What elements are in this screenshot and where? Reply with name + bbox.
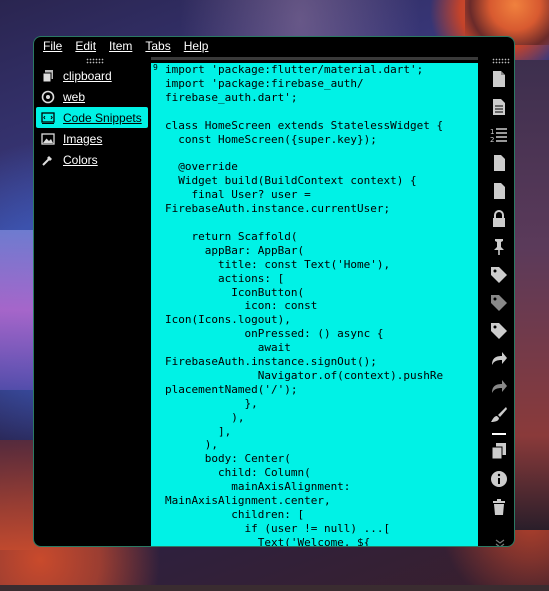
document-lines-icon [490, 98, 508, 120]
delete-button[interactable] [487, 495, 511, 523]
lock-button[interactable] [487, 207, 511, 235]
sidebar-item-label: clipboard [63, 68, 112, 83]
redo-icon-2 [490, 378, 508, 400]
tag-button-2[interactable] [487, 291, 511, 319]
menu-help[interactable]: Help [184, 39, 209, 53]
code-icon [41, 111, 55, 125]
image-icon [41, 132, 55, 146]
copy-icon [41, 69, 55, 83]
menu-file[interactable]: File [43, 39, 62, 53]
chevron-down-icon [494, 534, 506, 546]
file-icon [490, 154, 508, 176]
file-button[interactable] [487, 151, 511, 179]
document-lines-button[interactable] [487, 95, 511, 123]
document-icon [490, 70, 508, 92]
code-text[interactable]: import 'package:flutter/material.dart'; … [165, 63, 477, 546]
sidebar-item-label: Images [63, 131, 103, 146]
code-editor[interactable]: 9 import 'package:flutter/material.dart'… [151, 63, 478, 546]
svg-text:1: 1 [490, 128, 494, 136]
editor-marker: 9 [153, 63, 158, 72]
sidebar-item-web[interactable]: web [36, 86, 148, 107]
tag-button-3[interactable] [487, 319, 511, 347]
tag-icon-2 [490, 294, 508, 316]
sidebar-drag-handle[interactable] [86, 58, 104, 64]
redo-button-2[interactable] [487, 375, 511, 403]
copy-icon [490, 442, 508, 464]
redo-button[interactable] [487, 347, 511, 375]
sidebar-item-code-snippets[interactable]: Code Snippets [36, 107, 148, 128]
numbered-list-button[interactable]: 12 [487, 123, 511, 151]
trash-icon [490, 498, 508, 520]
sidebar-item-label: web [63, 89, 86, 104]
info-icon [490, 470, 508, 492]
sidebar-item-label: Code Snippets [63, 110, 142, 125]
sidebar-item-label: Colors [63, 152, 98, 167]
info-button[interactable] [487, 467, 511, 495]
file-button-2[interactable] [487, 179, 511, 207]
lock-icon [490, 210, 508, 232]
brush-button[interactable] [487, 403, 511, 431]
file-icon-2 [490, 182, 508, 204]
brush-icon [490, 406, 508, 428]
sidebar-item-clipboard[interactable]: clipboard [36, 65, 148, 86]
menu-tabs[interactable]: Tabs [145, 39, 170, 53]
menu-bar: File Edit Item Tabs Help [34, 37, 514, 55]
pin-icon [490, 238, 508, 260]
scroll-down-button[interactable] [494, 534, 506, 546]
item-toolbar: 12 [486, 67, 512, 523]
tag-icon [490, 266, 508, 288]
menu-item[interactable]: Item [109, 39, 132, 53]
globe-icon [41, 90, 55, 104]
sidebar-item-images[interactable]: Images [36, 128, 148, 149]
new-document-button[interactable] [487, 67, 511, 95]
menu-edit[interactable]: Edit [75, 39, 96, 53]
app-window: File Edit Item Tabs Help clipboard web C… [33, 36, 515, 547]
editor-top-divider [151, 57, 478, 60]
svg-text:2: 2 [490, 136, 494, 144]
copy-button[interactable] [487, 439, 511, 467]
pin-button[interactable] [487, 235, 511, 263]
numbered-list-icon: 12 [490, 126, 508, 148]
tag-button[interactable] [487, 263, 511, 291]
tag-icon-3 [490, 322, 508, 344]
taskbar-edge [0, 585, 549, 591]
redo-icon [490, 350, 508, 372]
sidebar-item-colors[interactable]: Colors [36, 149, 148, 170]
toolbar-drag-handle[interactable] [492, 58, 510, 64]
tab-sidebar: clipboard web Code Snippets Images Color… [34, 65, 150, 170]
eyedropper-icon [41, 153, 55, 167]
toolbar-separator [492, 433, 506, 435]
